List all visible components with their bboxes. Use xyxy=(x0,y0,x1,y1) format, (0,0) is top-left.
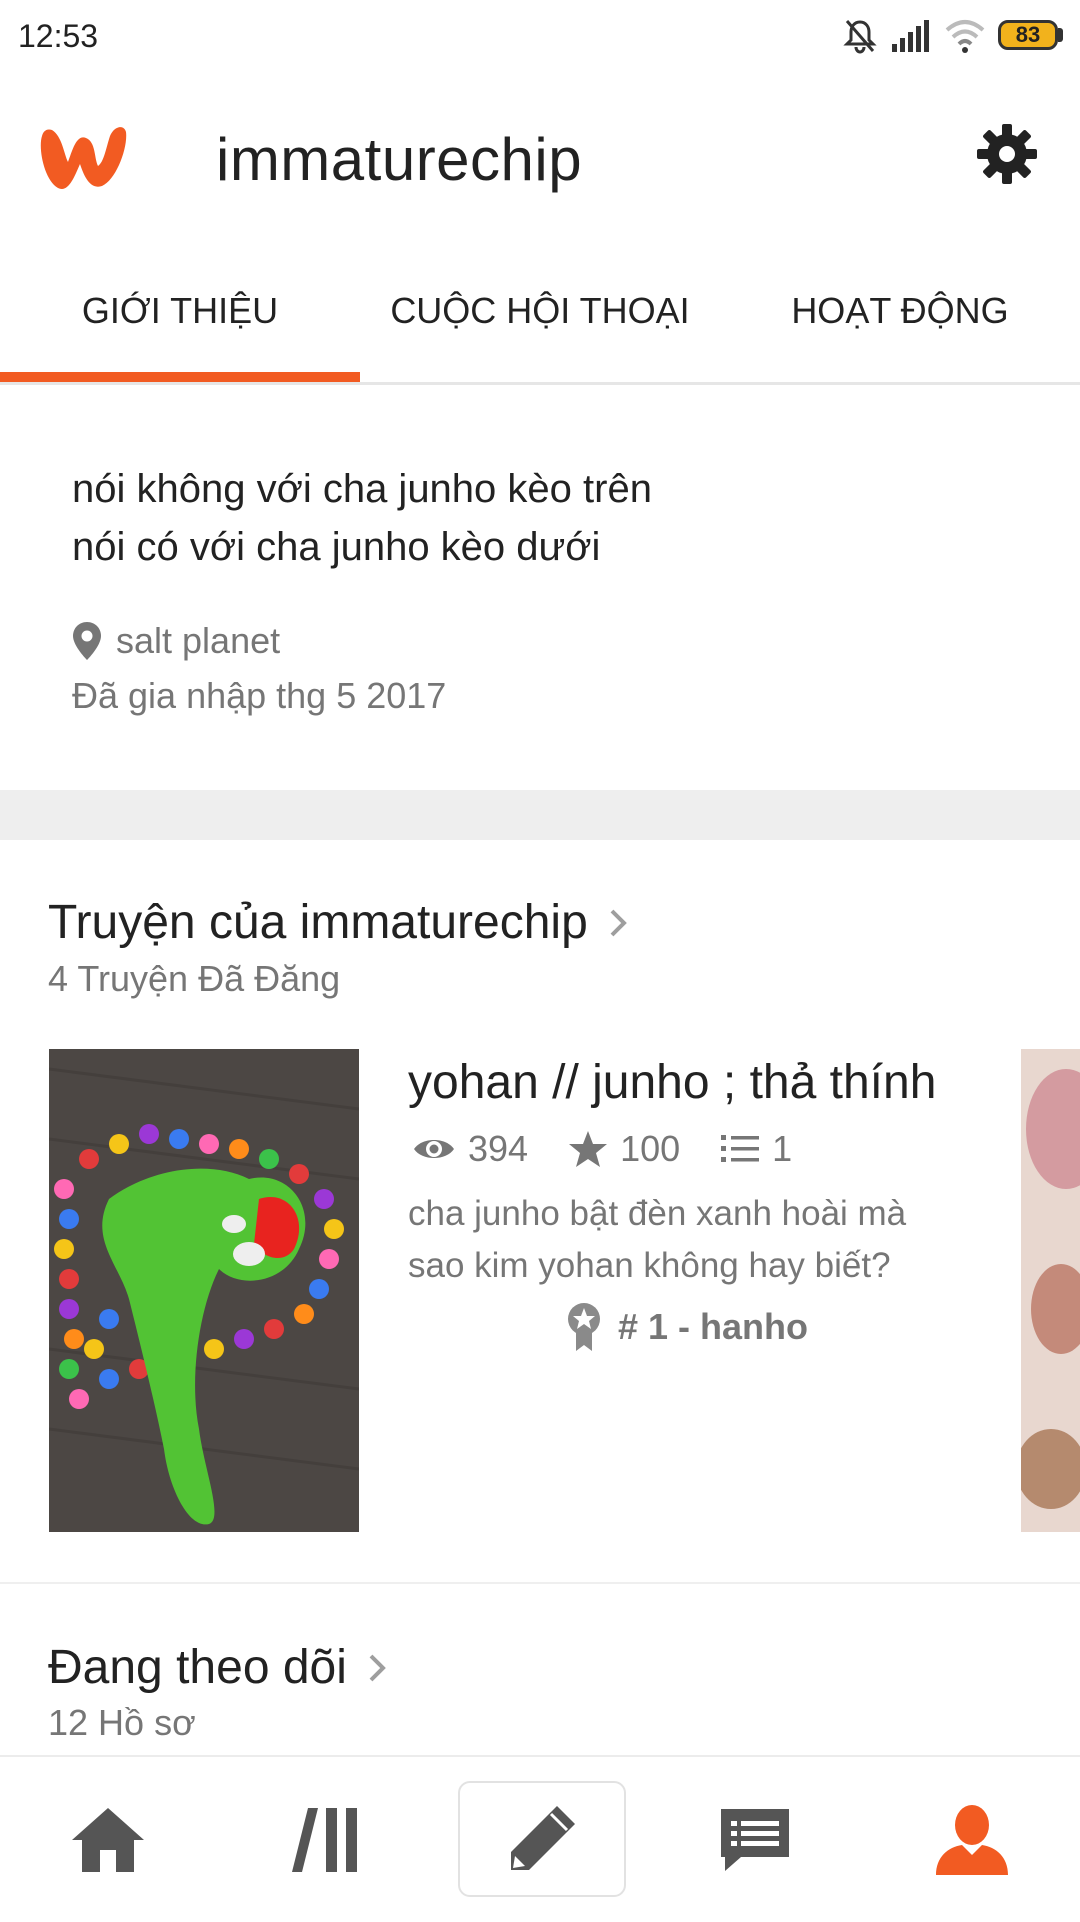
tab-divider xyxy=(0,382,1080,385)
following-title: Đang theo dõi xyxy=(48,1641,347,1694)
votes-stat: 100 xyxy=(568,1128,680,1170)
location-text: salt planet xyxy=(116,620,281,661)
nav-messages[interactable] xyxy=(695,1757,815,1922)
chevron-right-icon xyxy=(369,1654,386,1681)
next-story-cover-image[interactable] xyxy=(1021,1049,1080,1532)
location-pin-icon xyxy=(73,622,101,660)
nav-profile[interactable] xyxy=(912,1757,1032,1922)
profile-bio: nói không với cha junho kèo trên nói có … xyxy=(72,460,652,576)
signal-icon xyxy=(892,20,929,52)
stories-title: Truyện của immaturechip xyxy=(48,896,588,949)
profile-icon xyxy=(936,1804,1008,1875)
following-count: 12 Hồ sơ xyxy=(48,1702,196,1743)
stories-count: 4 Truyện Đã Đăng xyxy=(48,958,341,999)
tab-conversations[interactable]: CUỘC HỘI THOẠI xyxy=(360,290,720,332)
section-separator xyxy=(0,1582,1080,1584)
battery-tip xyxy=(1058,28,1063,42)
nav-library[interactable] xyxy=(265,1757,385,1922)
bio-line: nói không với cha junho kèo trên xyxy=(72,467,652,511)
nav-home[interactable] xyxy=(48,1757,168,1922)
views-stat: 394 xyxy=(412,1128,528,1170)
tab-conversations-label: CUỘC HỘI THOẠI xyxy=(390,290,690,331)
wattpad-logo-icon[interactable] xyxy=(36,118,132,194)
parts-count: 1 xyxy=(772,1128,793,1169)
joined-date: Đã gia nhập thg 5 2017 xyxy=(72,675,447,716)
following-section-header[interactable]: Đang theo dõi xyxy=(48,1640,389,1695)
section-divider xyxy=(0,790,1080,840)
ranking-badge-icon xyxy=(568,1303,600,1351)
home-icon xyxy=(72,1807,144,1872)
tab-activity-label: HOẠT ĐỘNG xyxy=(791,290,1009,331)
location-row: salt planet xyxy=(72,620,280,662)
tab-about[interactable]: GIỚI THIỆU xyxy=(0,290,360,332)
bio-line: nói có với cha junho kèo dưới xyxy=(72,525,601,569)
story-cover-image[interactable] xyxy=(49,1049,359,1532)
nav-write[interactable] xyxy=(458,1781,626,1897)
rank-text: # 1 - hanho xyxy=(618,1306,809,1347)
chevron-right-icon xyxy=(610,909,627,936)
bell-muted-icon xyxy=(843,20,877,54)
star-icon xyxy=(569,1131,608,1167)
story-rank: # 1 - hanho xyxy=(566,1302,808,1352)
status-time: 12:53 xyxy=(18,18,99,54)
active-tab-indicator xyxy=(0,372,360,382)
gear-icon[interactable] xyxy=(975,122,1039,186)
battery-icon: 83 xyxy=(998,20,1058,50)
story-description: cha junho bật đèn xanh hoài mà sao kim y… xyxy=(408,1194,907,1285)
wifi-icon xyxy=(945,20,985,53)
tab-activity[interactable]: HOẠT ĐỘNG xyxy=(720,290,1080,332)
battery-level: 83 xyxy=(1015,22,1041,47)
parts-stat: 1 xyxy=(720,1128,792,1170)
story-title[interactable]: yohan // junho ; thả thính xyxy=(408,1055,936,1110)
status-bar: 12:53 83 xyxy=(0,0,1080,72)
write-icon xyxy=(511,1806,575,1870)
list-icon xyxy=(721,1135,760,1162)
profile-username: immaturechip xyxy=(216,126,583,193)
tab-about-label: GIỚI THIỆU xyxy=(81,290,279,331)
stories-section-header[interactable]: Truyện của immaturechip xyxy=(48,895,630,950)
messages-icon xyxy=(721,1808,789,1871)
votes-count: 100 xyxy=(620,1128,681,1169)
bottom-navigation xyxy=(0,1755,1080,1922)
story-stats: 394 100 1 xyxy=(412,1128,832,1170)
library-icon xyxy=(292,1807,357,1872)
views-count: 394 xyxy=(468,1128,529,1169)
eye-icon xyxy=(414,1140,454,1158)
